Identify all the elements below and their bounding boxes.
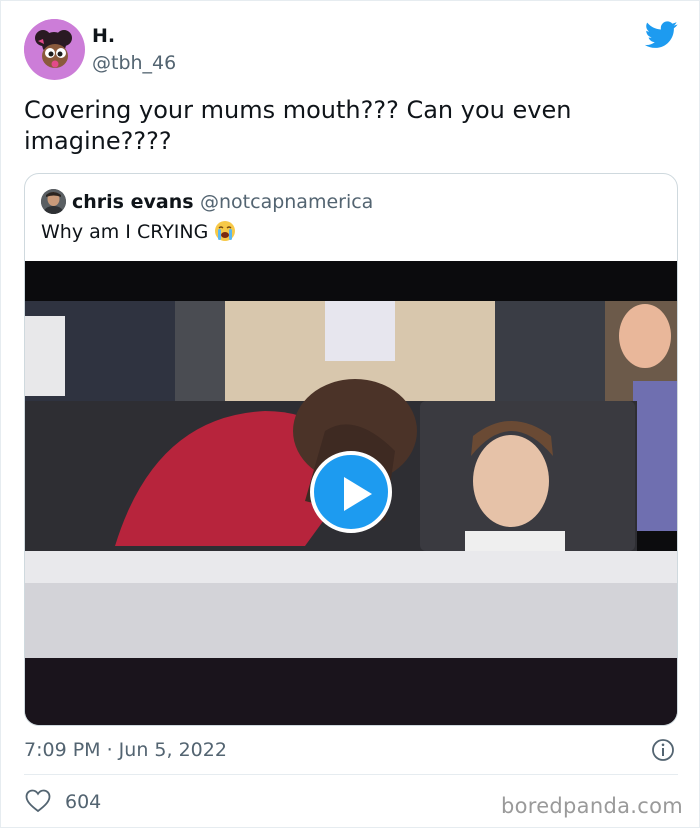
author-display-name[interactable]: H. xyxy=(92,24,115,48)
quoted-author-handle[interactable]: @notcapnamerica xyxy=(200,190,373,214)
crying-face-emoji-icon xyxy=(214,220,236,242)
watermark-text: boredpanda.com xyxy=(500,794,683,818)
quoted-author-display-name[interactable]: chris evans xyxy=(72,190,194,214)
play-icon xyxy=(344,477,372,511)
author-handle[interactable]: @tbh_46 xyxy=(92,51,176,75)
heart-icon[interactable] xyxy=(25,789,51,813)
info-icon[interactable] xyxy=(651,738,675,762)
tweet-text: Covering your mums mouth??? Can you even… xyxy=(24,96,572,155)
author-avatar[interactable] xyxy=(24,19,85,80)
divider xyxy=(24,774,678,775)
quoted-tweet-text: Why am I CRYING xyxy=(41,220,236,244)
quoted-tweet[interactable]: chris evans @notcapnamerica Why am I CRY… xyxy=(24,173,678,726)
like-count: 604 xyxy=(65,791,102,813)
tweet-timestamp[interactable]: 7:09 PM · Jun 5, 2022 xyxy=(24,738,227,762)
video-player[interactable] xyxy=(25,261,677,725)
quoted-tweet-text-content: Why am I CRYING xyxy=(41,221,209,243)
play-button[interactable] xyxy=(310,451,392,533)
quoted-author-avatar[interactable] xyxy=(41,189,66,214)
twitter-bird-icon[interactable] xyxy=(644,21,678,49)
tweet-card: H. @tbh_46 Covering your mums mouth??? C… xyxy=(0,0,700,828)
